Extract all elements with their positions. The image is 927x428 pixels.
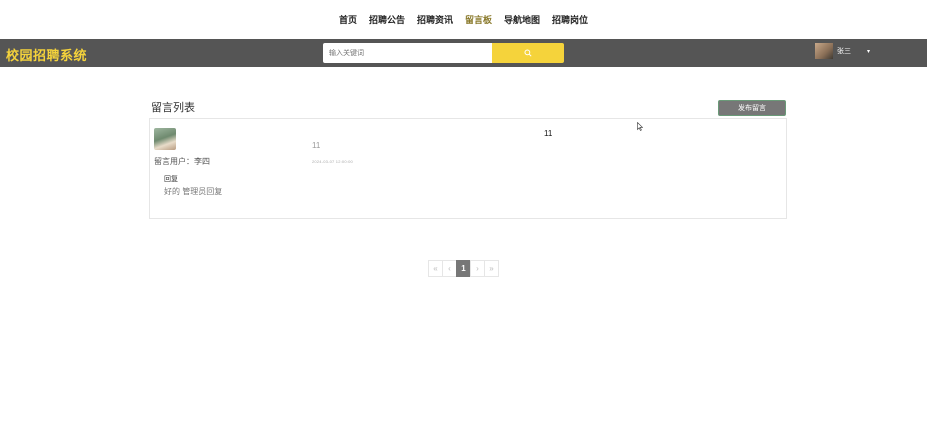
pagination-prev-button[interactable]: ‹ (442, 260, 457, 277)
message-user-label: 留言用户：李四 (154, 157, 210, 166)
reply-text: 好的 管理员回复 (164, 187, 223, 196)
top-navigation: 首页 招聘公告 招聘资讯 留言板 导航地图 招聘岗位 (0, 0, 927, 39)
search-button[interactable] (492, 43, 564, 63)
nav-positions[interactable]: 招聘岗位 (552, 13, 588, 26)
nav-message-board[interactable]: 留言板 (465, 13, 492, 26)
message-card: 留言用户：李四 回复 好的 管理员回复 11 2024-03-07 12:00:… (149, 118, 787, 219)
message-user-avatar (154, 128, 176, 150)
search-input[interactable] (323, 43, 492, 63)
reply-heading: 回复 (164, 176, 178, 183)
post-message-button[interactable]: 发布留言 (718, 100, 786, 116)
site-logo[interactable]: 校园招聘系统 (6, 45, 87, 64)
nav-map[interactable]: 导航地图 (504, 13, 540, 26)
pagination-current-page[interactable]: 1 (456, 260, 471, 277)
message-content: 11 (312, 141, 321, 150)
nav-home[interactable]: 首页 (339, 13, 357, 26)
pagination-next-button[interactable]: › (470, 260, 485, 277)
pagination-last-button[interactable]: » (484, 260, 499, 277)
search-icon (524, 49, 532, 57)
pagination-first-button[interactable]: « (428, 260, 443, 277)
chevron-down-icon: ▾ (867, 48, 871, 55)
mouse-cursor-icon (637, 122, 643, 131)
nav-announcements[interactable]: 招聘公告 (369, 13, 405, 26)
message-time: 2024-03-07 12:00:00 (312, 159, 353, 164)
user-name: 张三 (837, 48, 851, 55)
user-avatar (815, 43, 833, 59)
nav-news[interactable]: 招聘资讯 (417, 13, 453, 26)
user-menu[interactable]: 张三 ▾ (815, 43, 870, 59)
page-title: 留言列表 (151, 102, 195, 114)
message-title: 11 (544, 129, 553, 138)
header-bar: 校园招聘系统 张三 ▾ (0, 39, 927, 67)
pagination: « ‹ 1 › » (428, 260, 499, 277)
